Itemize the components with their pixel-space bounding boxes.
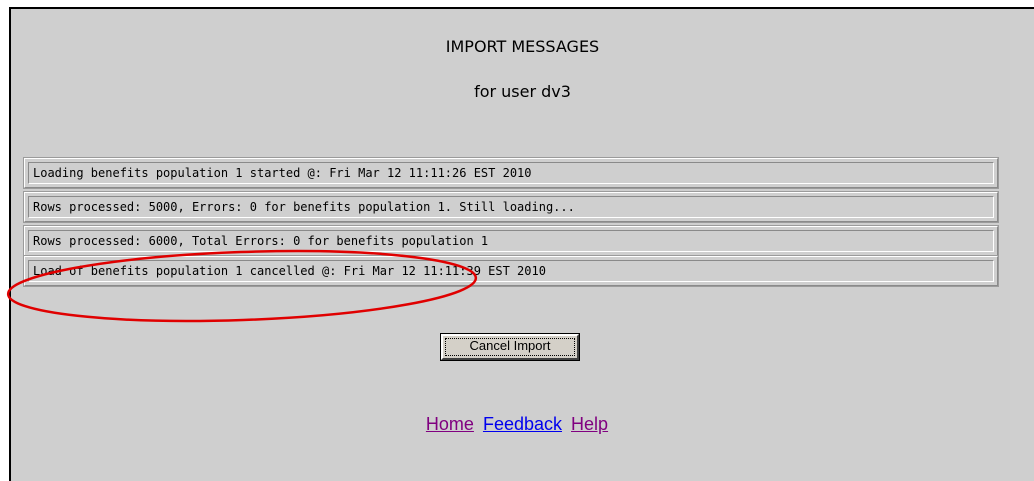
message-text: Load of benefits population 1 cancelled …: [28, 260, 994, 282]
message-text: Rows processed: 5000, Errors: 0 for bene…: [28, 196, 994, 218]
cancel-import-label: Cancel Import: [469, 338, 551, 353]
message-text: Loading benefits population 1 started @:…: [28, 162, 994, 184]
message-row: Loading benefits population 1 started @:…: [23, 157, 999, 189]
message-row: Load of benefits population 1 cancelled …: [23, 255, 999, 287]
help-link[interactable]: Help: [571, 414, 608, 434]
message-row: Rows processed: 6000, Total Errors: 0 fo…: [23, 225, 999, 257]
cancel-import-button[interactable]: Cancel Import: [440, 333, 580, 361]
page-subtitle: for user dv3: [474, 82, 571, 101]
message-row: Rows processed: 5000, Errors: 0 for bene…: [23, 191, 999, 223]
page-title: IMPORT MESSAGES: [445, 37, 600, 56]
message-text: Rows processed: 6000, Total Errors: 0 fo…: [28, 230, 994, 252]
home-link[interactable]: Home: [426, 414, 474, 434]
footer-links: Home Feedback Help: [0, 414, 1034, 435]
feedback-link[interactable]: Feedback: [483, 414, 562, 434]
